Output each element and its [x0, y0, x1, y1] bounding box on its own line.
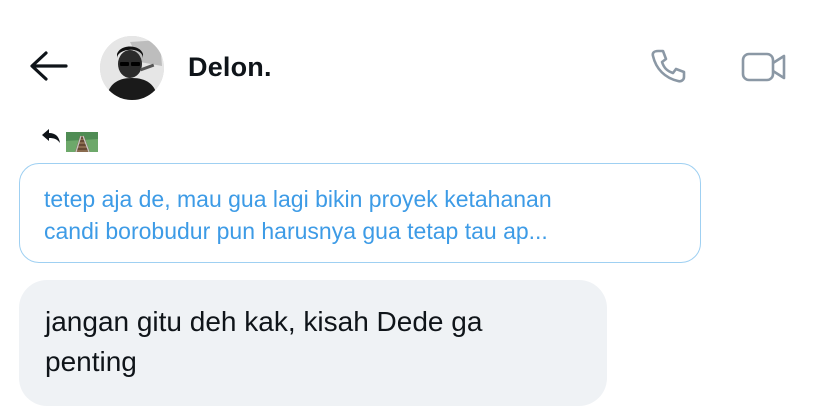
message-line: penting: [45, 346, 137, 377]
railway-track-emoji: [66, 132, 98, 152]
quoted-message[interactable]: tetep aja de, mau gua lagi bikin proyek …: [19, 163, 701, 263]
conversation-header: Delon.: [0, 0, 828, 130]
phone-icon: [651, 49, 686, 83]
contact-name[interactable]: Delon.: [188, 52, 272, 83]
video-camera-icon: [741, 52, 786, 82]
back-button[interactable]: [26, 48, 70, 84]
quoted-line: tetep aja de, mau gua lagi bikin proyek …: [44, 186, 552, 212]
reply-indicator: [40, 124, 160, 152]
quoted-line: candi borobudur pun harusnya gua tetap t…: [44, 218, 548, 244]
message-bubble[interactable]: jangan gitu deh kak, kisah Dede ga penti…: [19, 280, 607, 406]
message-line: jangan gitu deh kak, kisah Dede ga: [45, 306, 483, 337]
reply-arrow-icon: [42, 129, 60, 143]
call-button[interactable]: [648, 46, 688, 86]
avatar[interactable]: [100, 36, 164, 100]
profile-photo: [100, 36, 164, 100]
arrow-left-icon: [30, 51, 68, 81]
video-call-button[interactable]: [740, 48, 788, 86]
